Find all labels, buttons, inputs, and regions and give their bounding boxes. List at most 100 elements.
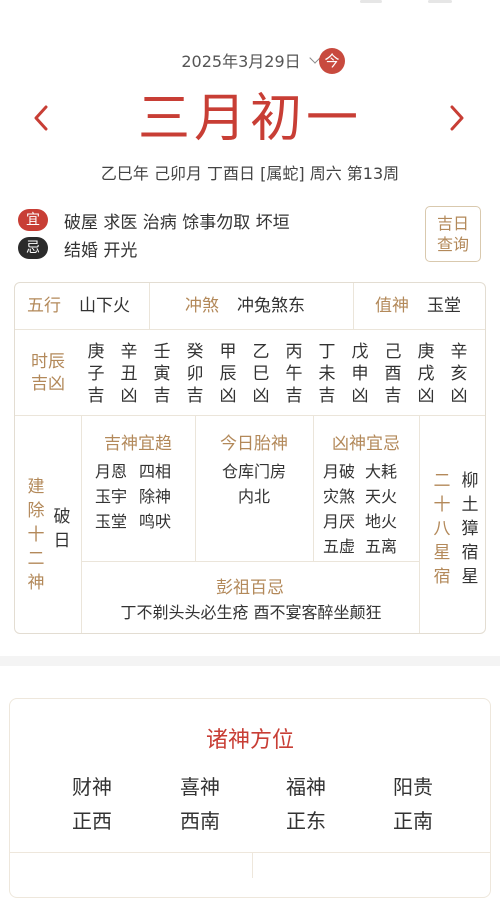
shichen-gan: 辛 <box>120 342 138 362</box>
jianchu-value-char: 日 <box>53 531 71 551</box>
shichen-gan: 庚 <box>87 342 105 362</box>
date-selector[interactable]: 2025年3月29日 <box>181 48 321 72</box>
xiu-value-char: 獐 <box>461 519 479 539</box>
jishen-column-2: 四相 除神 鸣吠 <box>139 459 171 534</box>
shichen-zhi: 午 <box>285 364 303 384</box>
jianchu-label-char: 建 <box>27 477 45 497</box>
xiongshen-column-1: 月破 灾煞 月厌 五虚 <box>323 459 355 559</box>
shichen-column: 丙午吉 <box>279 341 309 407</box>
shichen-zhi: 辰 <box>219 364 237 384</box>
pengzu-heading: 彭祖百忌 <box>216 578 284 598</box>
xiu-value-char: 柳 <box>461 471 479 491</box>
status-indicator <box>428 0 452 3</box>
jishen-item: 鸣吠 <box>139 512 172 531</box>
xiu-label-char: 星 <box>433 543 451 563</box>
zhishen-value: 玉堂 <box>427 296 461 316</box>
god-name: 财神 <box>72 775 112 799</box>
shichen-gan: 壬 <box>153 342 171 362</box>
almanac-table: 五行 山下火 冲煞 冲兔煞东 值神 玉堂 时辰 吉凶 庚子吉辛丑凶壬寅吉癸卯吉甲… <box>14 282 486 634</box>
shichen-column: 己酉吉 <box>378 341 408 407</box>
shichen-luck: 吉 <box>285 386 303 406</box>
taishen-value: 仓库门房 内北 <box>195 459 313 509</box>
xiu-value-char: 土 <box>461 495 479 515</box>
shichen-luck: 吉 <box>186 386 204 406</box>
card-divider <box>252 852 253 878</box>
shichen-gan: 丙 <box>285 342 303 362</box>
auspicious-day-query-button[interactable]: 吉日 查询 <box>425 206 481 262</box>
god-item-xishen: 喜神 西南 <box>160 770 240 838</box>
xiu-label: 二 十 八 星 宿 <box>429 469 455 589</box>
xiongshen-item: 月破 <box>323 462 356 481</box>
status-indicator <box>360 0 382 3</box>
grid-line <box>353 283 354 329</box>
taishen-heading: 今日胎神 <box>220 434 288 454</box>
shichen-luck: 吉 <box>153 386 171 406</box>
grid-line <box>81 561 419 562</box>
god-direction: 正南 <box>393 809 433 833</box>
shichen-gan: 乙 <box>252 342 270 362</box>
xiongshen-item: 五离 <box>365 537 398 556</box>
shichen-luck: 凶 <box>450 386 468 406</box>
jianchu-label-char: 十 <box>27 525 45 545</box>
shichen-gan: 庚 <box>417 342 435 362</box>
jiri-button-line2: 查询 <box>436 235 469 254</box>
top-status-bar <box>0 0 500 8</box>
jishen-item: 玉堂 <box>95 512 128 531</box>
jianchu-value: 破 日 <box>51 505 73 553</box>
jianchu-label-char: 神 <box>27 573 45 593</box>
shichen-column: 戊申凶 <box>345 341 375 407</box>
zhishen-label: 值神 <box>375 296 409 316</box>
shichen-zhi: 戌 <box>417 364 435 384</box>
next-day-arrow-icon[interactable] <box>448 104 466 132</box>
shichen-luck: 吉 <box>384 386 402 406</box>
shichen-gan: 戊 <box>351 342 369 362</box>
xiongshen-item: 月厌 <box>323 512 356 531</box>
shichen-column: 乙巳凶 <box>246 341 276 407</box>
taishen-line: 内北 <box>237 487 270 506</box>
shichen-zhi: 亥 <box>450 364 468 384</box>
shichen-zhi: 酉 <box>384 364 402 384</box>
xiu-value: 柳 土 獐 宿 星 <box>459 469 481 589</box>
grid-line <box>15 415 485 416</box>
shichen-luck: 凶 <box>219 386 237 406</box>
section-divider <box>0 656 500 666</box>
god-name: 福神 <box>286 775 326 799</box>
jishen-item: 玉宇 <box>95 487 128 506</box>
god-item-caishen: 财神 正西 <box>52 770 132 838</box>
shichen-column: 丁未吉 <box>312 341 342 407</box>
god-item-fushen: 福神 正东 <box>266 770 346 838</box>
shichen-column: 辛丑凶 <box>114 341 144 407</box>
today-button[interactable]: 今 <box>319 48 345 74</box>
ji-badge: 忌 <box>18 237 48 259</box>
god-direction: 正东 <box>286 809 326 833</box>
lunar-date-title: 三月初一 <box>137 89 362 149</box>
gods-direction-title: 诸神方位 <box>205 728 294 753</box>
xiongshen-item: 地火 <box>365 512 398 531</box>
shichen-zhi: 丑 <box>120 364 138 384</box>
shichen-gan: 辛 <box>450 342 468 362</box>
wuxing-value: 山下火 <box>79 296 130 316</box>
shichen-zhi: 申 <box>351 364 369 384</box>
god-direction: 西南 <box>180 809 220 833</box>
jishen-item: 月恩 <box>95 462 128 481</box>
lunar-date-row: 三月初一 <box>0 84 500 154</box>
yi-ji-section: 宜 破屋 求医 治病 馀事勿取 坏垣 忌 结婚 开光 <box>18 206 418 262</box>
xiongshen-item: 五虚 <box>323 537 356 556</box>
ji-row: 忌 结婚 开光 <box>18 234 418 262</box>
yi-row: 宜 破屋 求医 治病 馀事勿取 坏垣 <box>18 206 418 234</box>
card-divider <box>9 852 491 853</box>
pengzu-text: 丁不剃头头必生疮 酉不宴客醉坐颠狂 <box>120 603 382 622</box>
shichen-gan: 己 <box>384 342 402 362</box>
god-direction: 正西 <box>72 809 112 833</box>
jishen-item: 除神 <box>139 487 172 506</box>
yi-text: 破屋 求医 治病 馀事勿取 坏垣 <box>64 212 290 233</box>
xiu-value-char: 宿 <box>461 543 479 563</box>
jishen-column-1: 月恩 玉宇 玉堂 <box>95 459 127 534</box>
grid-line <box>149 283 150 329</box>
xiongshen-column-2: 大耗 天火 地火 五离 <box>365 459 397 559</box>
grid-line <box>15 329 485 330</box>
god-name: 喜神 <box>180 775 220 799</box>
shichen-luck: 吉 <box>87 386 105 406</box>
shichen-column: 癸卯吉 <box>180 341 210 407</box>
xiongshen-heading: 凶神宜忌 <box>332 434 400 454</box>
